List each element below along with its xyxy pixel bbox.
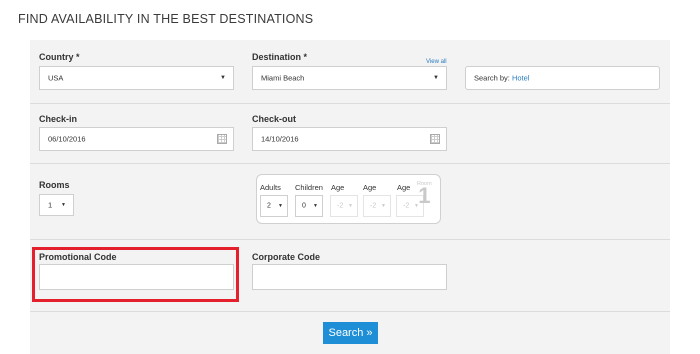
checkout-value: 14/10/2016 (261, 134, 299, 144)
age-value: -2 (370, 202, 377, 210)
search-button[interactable]: Search » (323, 322, 378, 344)
destination-label: Destination * (252, 52, 308, 62)
search-by-prefix: Search by: (474, 73, 510, 83)
search-form-panel: Country * USA ▼ Destination * View all M… (30, 40, 670, 354)
children-label: Children (295, 183, 323, 192)
divider (30, 311, 670, 312)
divider (30, 239, 670, 240)
checkin-value: 06/10/2016 (48, 134, 86, 144)
search-by-text: Search by: Hotel (474, 74, 529, 83)
age-value: -2 (337, 202, 344, 210)
chevron-down-icon: ▼ (433, 75, 439, 81)
children-select[interactable]: 0 ▼ (295, 195, 323, 217)
room-number-badge: Room 1 (417, 181, 432, 208)
divider (30, 163, 670, 164)
rooms-label: Rooms (39, 180, 70, 190)
corporate-code-input[interactable] (252, 264, 447, 290)
chevron-down-icon: ▼ (61, 202, 66, 208)
age-label: Age (363, 183, 377, 192)
page-title: FIND AVAILABILITY IN THE BEST DESTINATIO… (18, 12, 314, 26)
chevron-down-icon: ▼ (313, 203, 318, 209)
country-select[interactable]: USA ▼ (39, 66, 234, 90)
age-label: Age (397, 183, 411, 192)
promo-code-label: Promotional Code (39, 252, 117, 262)
checkin-label: Check-in (39, 114, 78, 124)
checkout-label: Check-out (252, 114, 297, 124)
checkin-date-input[interactable]: 06/10/2016 (39, 127, 234, 151)
room-number: 1 (418, 183, 431, 208)
chevron-down-icon: ▼ (348, 203, 353, 209)
adults-label: Adults (260, 183, 281, 192)
search-by-value[interactable]: Hotel (512, 74, 530, 83)
age-value: -2 (403, 202, 410, 210)
view-all-link[interactable]: View all (426, 59, 447, 65)
calendar-icon[interactable] (217, 134, 227, 144)
rooms-value: 1 (48, 200, 53, 210)
children-value: 0 (302, 202, 306, 210)
adults-select[interactable]: 2 ▼ (260, 195, 288, 217)
country-label: Country * (39, 52, 80, 62)
promo-code-input[interactable] (39, 264, 234, 290)
search-by-field[interactable]: Search by: Hotel (465, 66, 660, 90)
room-occupancy-box: Adults Children Age Age Age 2 ▼ 0 ▼ -2 ▼… (256, 174, 441, 224)
child-age-select: -2 ▼ (363, 195, 391, 217)
country-value: USA (48, 73, 64, 83)
chevron-down-icon: ▼ (381, 203, 386, 209)
chevron-down-icon: ▼ (220, 75, 226, 81)
destination-value: Miami Beach (261, 73, 305, 83)
age-label: Age (331, 183, 345, 192)
calendar-icon[interactable] (430, 134, 440, 144)
divider (30, 103, 670, 104)
destination-select[interactable]: Miami Beach ▼ (252, 66, 447, 90)
corporate-code-label: Corporate Code (252, 252, 321, 262)
adults-value: 2 (267, 202, 271, 210)
chevron-down-icon: ▼ (278, 203, 283, 209)
checkout-date-input[interactable]: 14/10/2016 (252, 127, 447, 151)
rooms-select[interactable]: 1 ▼ (39, 194, 74, 216)
child-age-select: -2 ▼ (330, 195, 358, 217)
